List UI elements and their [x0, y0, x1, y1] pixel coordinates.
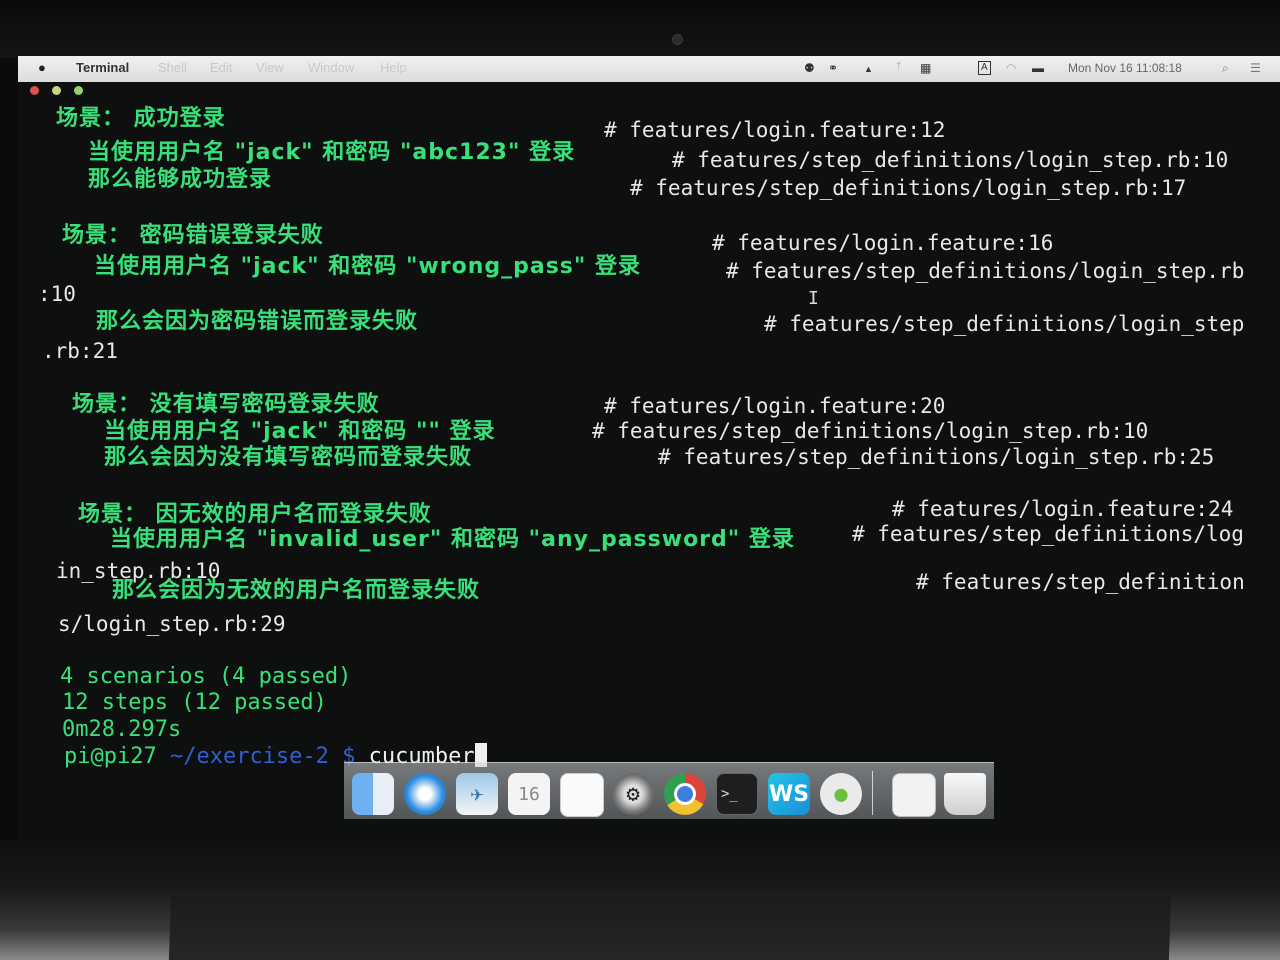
scenario-2-step-1-ref-cont: :10: [38, 282, 76, 306]
chrome-icon[interactable]: [664, 773, 706, 815]
user-status-icon[interactable]: ⚭: [828, 61, 838, 75]
camera-icon: [672, 34, 683, 45]
wechat-status-icon[interactable]: ⚉: [804, 61, 815, 75]
scenario-4-title-ref: # features/login.feature:24: [892, 497, 1234, 521]
webstorm-icon[interactable]: WS: [768, 773, 810, 815]
calendar-day: 16: [518, 783, 540, 805]
chrome-running-indicator: [684, 821, 687, 824]
menu-terminal[interactable]: Terminal: [76, 60, 129, 75]
dock: ✈ 16 ⚙ >_ WS ●: [344, 762, 994, 824]
scenario-2-step-2-ref: # features/step_definitions/login_step: [764, 312, 1245, 336]
display-status-icon[interactable]: ▦: [920, 61, 931, 75]
webstorm-running-indicator: [788, 821, 791, 824]
menu-clock[interactable]: Mon Nov 16 11:08:18: [1068, 61, 1182, 75]
scenario-3-step-2: 那么会因为没有填写密码而登录失败: [104, 445, 473, 470]
scenario-2-step-1: 当使用用户名 "jack" 和密码 "wrong_pass" 登录: [94, 254, 642, 279]
system-preferences-running-indicator: [632, 821, 635, 824]
system-preferences-icon[interactable]: ⚙: [612, 773, 654, 815]
documents-icon[interactable]: [892, 773, 936, 817]
summary-time: 0m28.297s: [62, 717, 182, 742]
scenario-3-step-1-ref: # features/step_definitions/login_step.r…: [592, 419, 1149, 443]
scenario-2-title: 场景： 密码错误登录失败: [62, 223, 324, 248]
scenario-4-step-1: 当使用用户名 "invalid_user" 和密码 "any_password"…: [110, 527, 795, 552]
search-icon[interactable]: ⌕: [1222, 61, 1229, 76]
finder-icon[interactable]: [352, 773, 394, 815]
battery-status-icon[interactable]: ▬: [1032, 61, 1044, 75]
scenario-4-title: 场景： 因无效的用户名而登录失败: [78, 502, 432, 527]
scenario-2-step-1-ref: # features/step_definitions/login_step.r…: [726, 259, 1245, 283]
terminal-running-indicator: [736, 821, 739, 824]
textedit-icon[interactable]: [560, 773, 604, 817]
scenario-1-title-ref: # features/login.feature:12: [604, 118, 946, 142]
window-minimize-button[interactable]: [52, 86, 61, 95]
scenario-2-title-ref: # features/login.feature:16: [712, 231, 1054, 255]
scenario-2-step-2-ref-cont: .rb:21: [42, 339, 118, 363]
menu-edit[interactable]: Edit: [210, 60, 232, 75]
wechat-icon[interactable]: ●: [820, 773, 862, 815]
input-method-icon[interactable]: A: [978, 61, 991, 75]
bluetooth-status-icon[interactable]: †: [896, 61, 902, 72]
scenario-1-step-2-ref: # features/step_definitions/login_step.r…: [630, 176, 1187, 200]
menu-help[interactable]: Help: [380, 60, 407, 75]
apple-menu-icon[interactable]: ●: [38, 60, 46, 75]
scenario-1-step-1-ref: # features/step_definitions/login_step.r…: [672, 148, 1229, 172]
dock-separator: [872, 771, 873, 815]
terminal-icon[interactable]: >_: [716, 773, 758, 815]
safari-icon[interactable]: [404, 773, 446, 815]
laptop-base: [168, 896, 1172, 960]
prompt-user: pi@pi27: [64, 744, 157, 769]
menu-bar: ● Terminal Shell Edit View Window Help ⚉…: [18, 56, 1280, 82]
calendar-icon[interactable]: 16: [508, 773, 550, 815]
scenario-2-step-2: 那么会因为密码错误而登录失败: [96, 309, 419, 334]
scenario-3-title-ref: # features/login.feature:20: [604, 394, 946, 418]
scenario-4-step-2-ref-cont: s/login_step.rb:29: [58, 612, 286, 636]
summary-steps: 12 steps (12 passed): [62, 690, 327, 715]
scenario-1-title: 场景： 成功登录: [56, 106, 226, 131]
menu-view[interactable]: View: [256, 60, 284, 75]
finder-running-indicator: [372, 821, 375, 824]
scenario-4-step-1-ref: # features/step_definitions/log: [852, 522, 1244, 546]
upload-status-icon[interactable]: ▲: [864, 64, 873, 74]
scenario-3-step-1: 当使用用户名 "jack" 和密码 "" 登录: [104, 419, 496, 444]
menu-window[interactable]: Window: [308, 60, 354, 75]
preview-icon[interactable]: ✈: [456, 773, 498, 815]
scenario-3-step-2-ref: # features/step_definitions/login_step.r…: [658, 445, 1215, 469]
wechat-running-indicator: [840, 821, 843, 824]
summary-scenarios: 4 scenarios (4 passed): [60, 664, 352, 689]
scenario-1-step-2: 那么能够成功登录: [88, 167, 273, 192]
window-close-button[interactable]: [30, 86, 39, 95]
wifi-status-icon[interactable]: ◠: [1006, 61, 1016, 75]
window-zoom-button[interactable]: [74, 86, 83, 95]
prompt-path: ~/exercise-2 $: [169, 744, 356, 769]
scenario-1-step-1: 当使用用户名 "jack" 和密码 "abc123" 登录: [88, 140, 576, 165]
scenario-4-step-2: 那么会因为无效的用户名而登录失败: [112, 578, 481, 603]
scenario-3-title: 场景： 没有填写密码登录失败: [72, 392, 380, 417]
screen-bezel-top: [0, 0, 1280, 58]
text-cursor-icon: I: [808, 288, 819, 309]
menu-shell[interactable]: Shell: [158, 60, 187, 75]
scenario-4-step-2-ref: # features/step_definition: [916, 570, 1245, 594]
trash-icon[interactable]: [944, 773, 986, 815]
notification-center-icon[interactable]: ☰: [1250, 61, 1261, 75]
